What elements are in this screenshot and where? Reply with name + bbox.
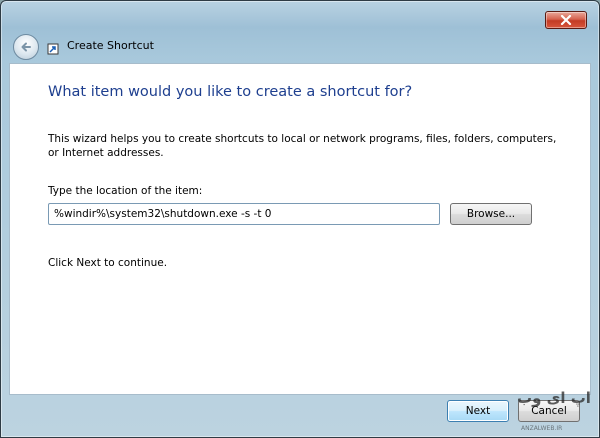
wizard-description: This wizard helps you to create shortcut…	[48, 133, 557, 159]
shortcut-icon	[47, 43, 59, 55]
back-button[interactable]	[13, 34, 39, 60]
watermark-url: ANZALWEB.IR	[521, 425, 563, 432]
close-button[interactable]	[545, 11, 587, 29]
cancel-button[interactable]: Cancel	[518, 400, 580, 422]
continue-hint: Click Next to continue.	[48, 257, 168, 269]
window-title: Create Shortcut	[67, 39, 154, 52]
close-icon	[560, 15, 572, 25]
page-heading: What item would you like to create a sho…	[48, 84, 413, 100]
title-bar[interactable]	[1, 1, 599, 31]
location-input[interactable]	[48, 203, 440, 225]
wizard-content: What item would you like to create a sho…	[9, 63, 591, 395]
next-button[interactable]: Next	[447, 400, 509, 422]
create-shortcut-window: Create Shortcut What item would you like…	[0, 0, 600, 438]
wizard-header: Create Shortcut	[9, 31, 589, 63]
browse-button[interactable]: Browse...	[450, 203, 532, 225]
back-arrow-icon	[21, 42, 31, 52]
location-label: Type the location of the item:	[48, 185, 203, 197]
